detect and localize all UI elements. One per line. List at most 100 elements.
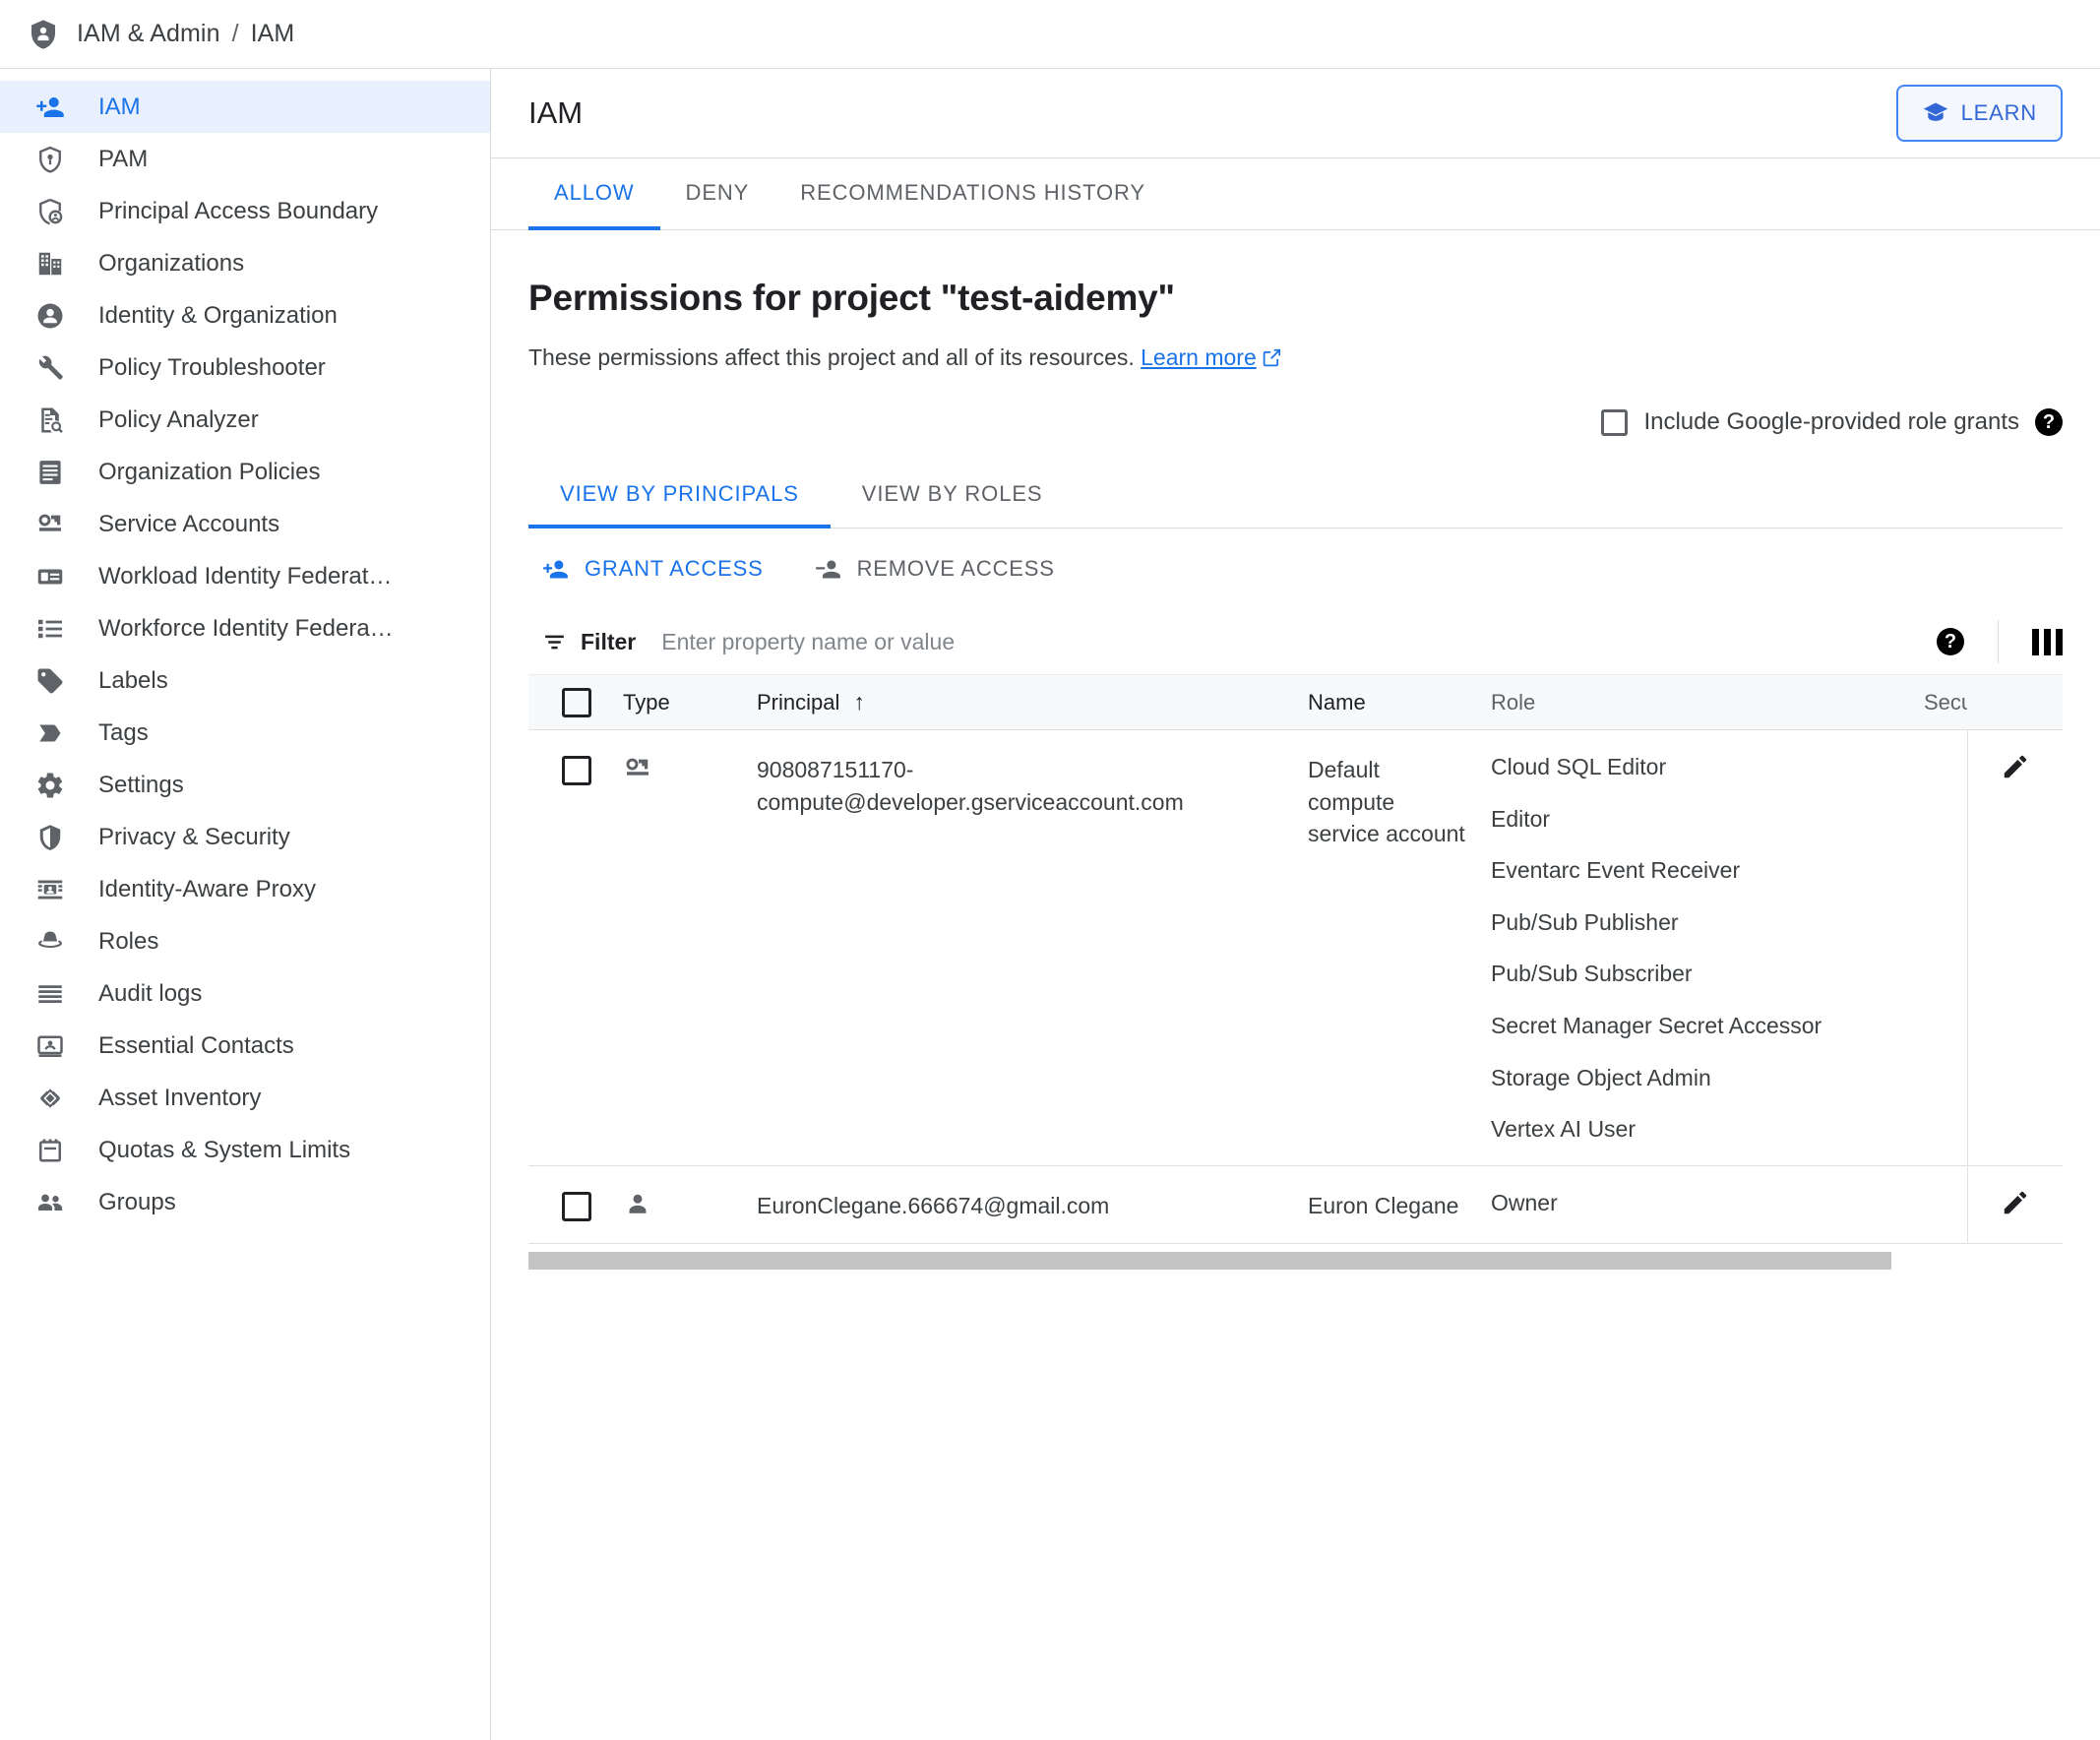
sidebar-item-label: Service Accounts <box>98 510 280 537</box>
key-card-icon <box>33 508 67 541</box>
columns-icon[interactable] <box>2032 628 2063 655</box>
column-header-role[interactable]: Role <box>1491 690 1924 715</box>
sidebar-item-label: Audit logs <box>98 979 203 1007</box>
chevron-tag-icon <box>33 716 67 750</box>
sidebar-item-label: Identity & Organization <box>98 301 338 329</box>
permissions-description: These permissions affect this project an… <box>528 344 2063 371</box>
learn-button[interactable]: LEARN <box>1895 85 2063 142</box>
include-google-grants-label: Include Google-provided role grants <box>1643 408 2019 435</box>
contact-card-icon <box>33 1029 67 1063</box>
sidebar: IAM PAM Principal Access Boundary Organi… <box>0 69 491 1740</box>
people-icon <box>33 1186 67 1219</box>
sidebar-item-pam[interactable]: PAM <box>0 133 490 185</box>
arrow-up-icon: ↑ <box>853 689 865 715</box>
sidebar-item-policy-analyzer[interactable]: Policy Analyzer <box>0 394 490 446</box>
sidebar-item-organization-policies[interactable]: Organization Policies <box>0 446 490 498</box>
tab-view-by-principals[interactable]: VIEW BY PRINCIPALS <box>528 464 831 528</box>
sidebar-item-organizations[interactable]: Organizations <box>0 237 490 289</box>
sidebar-item-groups[interactable]: Groups <box>0 1176 490 1228</box>
table-actions: GRANT ACCESS REMOVE ACCESS <box>528 528 2063 609</box>
row-checkbox[interactable] <box>562 756 591 785</box>
id-card-icon <box>33 560 67 593</box>
breadcrumb-current[interactable]: IAM <box>251 20 295 48</box>
sidebar-item-audit-logs[interactable]: Audit logs <box>0 967 490 1020</box>
wrench-icon <box>33 351 67 385</box>
row-name-cell: Default compute service account <box>1308 730 1491 1165</box>
grant-access-label: GRANT ACCESS <box>585 556 764 581</box>
sidebar-item-privacy-security[interactable]: Privacy & Security <box>0 811 490 863</box>
permissions-title: Permissions for project "test-aidemy" <box>528 278 1175 318</box>
tab-recommendations-history[interactable]: RECOMMENDATIONS HISTORY <box>774 158 1171 230</box>
row-checkbox[interactable] <box>562 1191 591 1221</box>
page-title: IAM <box>528 95 584 130</box>
sidebar-item-label: Tags <box>98 718 149 746</box>
tab-allow[interactable]: ALLOW <box>528 158 660 230</box>
sidebar-item-label: Organization Policies <box>98 458 321 485</box>
tab-view-by-roles[interactable]: VIEW BY ROLES <box>831 464 1075 528</box>
tab-deny[interactable]: DENY <box>660 158 775 230</box>
hat-icon <box>33 925 67 959</box>
sidebar-item-labels[interactable]: Labels <box>0 654 490 707</box>
sidebar-item-asset-inventory[interactable]: Asset Inventory <box>0 1072 490 1124</box>
sidebar-item-label: PAM <box>98 145 149 172</box>
select-all-cell <box>528 687 623 717</box>
account-circle-icon <box>33 299 67 333</box>
sidebar-item-identity-organization[interactable]: Identity & Organization <box>0 289 490 342</box>
sidebar-item-label: Roles <box>98 927 159 955</box>
sidebar-item-service-accounts[interactable]: Service Accounts <box>0 498 490 550</box>
column-header-name[interactable]: Name <box>1308 690 1491 715</box>
select-all-checkbox[interactable] <box>562 687 591 717</box>
sidebar-item-workload-identity-federation[interactable]: Workload Identity Federat… <box>0 550 490 602</box>
sidebar-item-tags[interactable]: Tags <box>0 707 490 759</box>
lines-icon <box>33 977 67 1011</box>
sidebar-item-settings[interactable]: Settings <box>0 759 490 811</box>
row-type-cell <box>623 730 757 1165</box>
role-item: Owner <box>1491 1189 1558 1215</box>
permissions-description-text: These permissions affect this project an… <box>528 344 1135 370</box>
table-horizontal-scrollbar[interactable] <box>528 1252 2063 1271</box>
breadcrumb-root[interactable]: IAM & Admin <box>77 20 220 48</box>
include-google-grants-checkbox[interactable] <box>1601 408 1629 436</box>
learn-more-link[interactable]: Learn more <box>1141 344 1257 370</box>
shield-person-icon <box>28 18 59 51</box>
column-header-security[interactable]: Security <box>1924 690 1967 715</box>
edit-pencil-icon[interactable] <box>2001 752 2030 781</box>
google-grants-row: Include Google-provided role grants ? <box>528 408 2063 436</box>
filter-button[interactable]: Filter <box>528 629 636 655</box>
shield-person-outline-icon <box>33 195 67 228</box>
gear-icon <box>33 769 67 802</box>
sidebar-item-principal-access-boundary[interactable]: Principal Access Boundary <box>0 185 490 237</box>
column-header-type[interactable]: Type <box>623 690 757 715</box>
sidebar-item-label: IAM <box>98 93 141 120</box>
remove-access-label: REMOVE ACCESS <box>856 556 1055 581</box>
column-header-principal[interactable]: Principal ↑ <box>757 689 1308 715</box>
notepad-icon <box>33 1134 67 1167</box>
help-icon[interactable]: ? <box>2035 408 2063 436</box>
name-text: Default compute service account <box>1308 757 1465 847</box>
grant-access-button[interactable]: GRANT ACCESS <box>542 556 764 583</box>
diamond-layers-icon <box>33 1082 67 1115</box>
filter-help-icon[interactable]: ? <box>1937 628 1964 655</box>
sidebar-item-identity-aware-proxy[interactable]: Identity-Aware Proxy <box>0 863 490 915</box>
table-row[interactable]: 908087151170-compute@developer.gservicea… <box>528 730 2063 1166</box>
role-list: Owner <box>1491 1190 1924 1217</box>
sidebar-item-workforce-identity-federation[interactable]: Workforce Identity Federa… <box>0 602 490 654</box>
row-principal-cell: 908087151170-compute@developer.gservicea… <box>757 730 1308 1165</box>
sidebar-item-policy-troubleshooter[interactable]: Policy Troubleshooter <box>0 342 490 394</box>
table-row[interactable]: EuronClegane.666674@gmail.com Euron Cleg… <box>528 1165 2063 1245</box>
sidebar-item-essential-contacts[interactable]: Essential Contacts <box>0 1020 490 1072</box>
sidebar-item-roles[interactable]: Roles <box>0 915 490 967</box>
sidebar-item-quotas-system-limits[interactable]: Quotas & System Limits <box>0 1124 490 1176</box>
learn-button-label: LEARN <box>1960 100 2037 125</box>
filter-icon <box>542 630 567 654</box>
filter-input[interactable] <box>659 627 1937 656</box>
row-security-cell <box>1924 730 1967 1165</box>
remove-access-button[interactable]: REMOVE ACCESS <box>815 556 1055 583</box>
sidebar-item-label: Workforce Identity Federa… <box>98 614 394 642</box>
principal-text: EuronClegane.666674@gmail.com <box>757 1192 1110 1218</box>
sidebar-item-iam[interactable]: IAM <box>0 81 490 133</box>
edit-pencil-icon[interactable] <box>2001 1188 2030 1217</box>
row-name-cell: Euron Clegane <box>1308 1166 1491 1244</box>
scrollbar-thumb[interactable] <box>528 1252 1891 1271</box>
row-edit-cell <box>1968 1166 2063 1244</box>
